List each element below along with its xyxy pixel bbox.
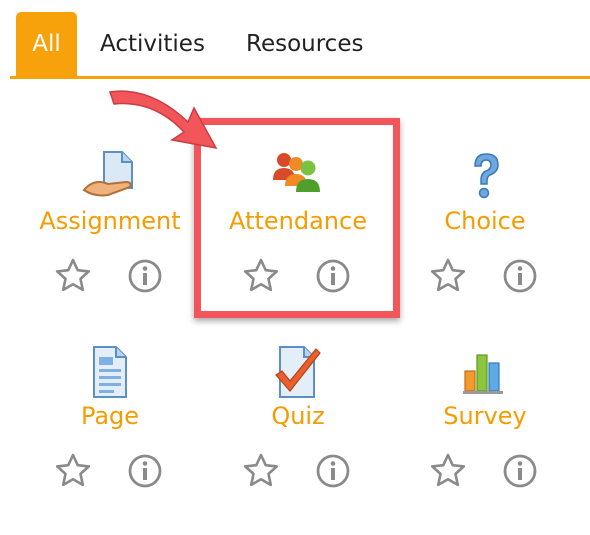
- info-icon[interactable]: [313, 451, 353, 491]
- module-name[interactable]: Survey: [390, 402, 580, 430]
- page-icon: [93, 346, 127, 398]
- tab-resources[interactable]: Resources: [246, 12, 363, 76]
- module-page[interactable]: Page: [15, 345, 205, 535]
- module-quiz[interactable]: Quiz: [203, 345, 393, 535]
- info-icon[interactable]: [500, 256, 540, 296]
- pointer-arrow-icon: [109, 90, 218, 150]
- tab-underline: [10, 76, 590, 79]
- tab-label: All: [32, 31, 61, 57]
- info-icon[interactable]: [500, 451, 540, 491]
- star-icon[interactable]: [428, 256, 468, 296]
- survey-icon: [463, 354, 503, 394]
- module-assignment[interactable]: Assignment: [15, 150, 205, 340]
- star-icon[interactable]: [53, 451, 93, 491]
- tab-all[interactable]: All: [16, 12, 77, 76]
- module-choice[interactable]: Choice: [390, 150, 580, 340]
- module-name[interactable]: Quiz: [203, 402, 393, 430]
- tab-activities[interactable]: Activities: [100, 12, 205, 76]
- module-name[interactable]: Page: [15, 402, 205, 430]
- star-icon[interactable]: [428, 451, 468, 491]
- tab-label: Activities: [100, 31, 205, 57]
- module-survey[interactable]: Survey: [390, 345, 580, 535]
- star-icon[interactable]: [53, 256, 93, 296]
- info-icon[interactable]: [125, 256, 165, 296]
- choice-icon: [474, 153, 499, 199]
- module-type-tabs: All Activities Resources: [0, 0, 590, 80]
- module-name[interactable]: Choice: [390, 207, 580, 235]
- info-icon[interactable]: [125, 451, 165, 491]
- assignment-icon: [82, 151, 133, 197]
- quiz-icon: [275, 346, 321, 398]
- star-icon[interactable]: [241, 451, 281, 491]
- module-name[interactable]: Assignment: [15, 207, 205, 235]
- tab-label: Resources: [246, 31, 364, 57]
